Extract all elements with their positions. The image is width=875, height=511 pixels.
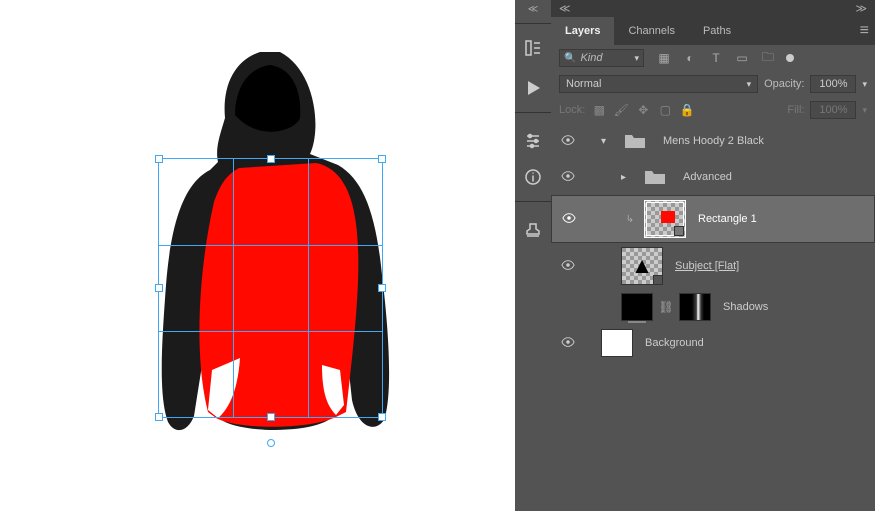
clip-indicator-icon: ↳ bbox=[622, 214, 638, 225]
mask-thumbnail[interactable] bbox=[679, 293, 711, 321]
filter-shape-icon[interactable]: ▭ bbox=[734, 50, 750, 66]
handle-mid-left[interactable] bbox=[155, 284, 163, 292]
layer-background[interactable]: Background bbox=[551, 325, 875, 361]
layer-rectangle-1[interactable]: ↳ Rectangle 1 bbox=[551, 195, 875, 243]
handle-rotate[interactable] bbox=[267, 439, 275, 447]
canvas[interactable] bbox=[0, 0, 515, 511]
handle-top-mid[interactable] bbox=[267, 155, 275, 163]
blend-mode-select[interactable]: Normal▾ bbox=[559, 75, 758, 93]
filter-adjust-icon[interactable]: ◐ bbox=[682, 50, 698, 66]
layer-name[interactable]: Background bbox=[639, 337, 869, 349]
handle-bot-mid[interactable] bbox=[267, 413, 275, 421]
filter-smart-icon[interactable]: 🗀 bbox=[760, 50, 776, 66]
chevron-down-icon[interactable]: ▾ bbox=[862, 79, 867, 90]
info-icon[interactable] bbox=[519, 163, 547, 191]
visibility-toggle[interactable] bbox=[557, 335, 579, 352]
layer-name[interactable]: Shadows bbox=[717, 301, 869, 313]
layer-thumbnail[interactable] bbox=[621, 293, 653, 321]
visibility-toggle[interactable] bbox=[558, 211, 580, 228]
filter-type-icon[interactable]: T bbox=[708, 50, 724, 66]
play-icon[interactable] bbox=[519, 74, 547, 102]
tab-paths[interactable]: Paths bbox=[689, 17, 745, 45]
layers-panel: ≪ ≫ Layers Channels Paths ≡ 🔍 Kind ▾ ▦ ◐… bbox=[551, 0, 875, 511]
folder-icon bbox=[619, 127, 651, 155]
layer-name[interactable]: Rectangle 1 bbox=[692, 213, 868, 225]
lock-transparent-icon[interactable]: ▩ bbox=[591, 102, 607, 118]
layer-name[interactable]: Subject [Flat] bbox=[669, 260, 869, 272]
filter-pixel-icon[interactable]: ▦ bbox=[656, 50, 672, 66]
handle-mid-right[interactable] bbox=[378, 284, 386, 292]
lock-position-icon[interactable]: ✥ bbox=[635, 102, 651, 118]
layer-group[interactable]: ▾ Mens Hoody 2 Black bbox=[551, 123, 875, 159]
opacity-input[interactable]: 100% bbox=[810, 75, 856, 93]
layer-thumbnail[interactable] bbox=[644, 200, 686, 238]
tab-layers[interactable]: Layers bbox=[551, 17, 614, 45]
layer-group-advanced[interactable]: ▸ Advanced bbox=[551, 159, 875, 195]
handle-top-right[interactable] bbox=[378, 155, 386, 163]
fill-input[interactable]: 100% bbox=[810, 101, 856, 119]
handle-top-left[interactable] bbox=[155, 155, 163, 163]
panel-menu-icon[interactable]: ≡ bbox=[860, 22, 869, 40]
visibility-toggle[interactable] bbox=[557, 258, 579, 275]
layer-name[interactable]: Mens Hoody 2 Black bbox=[657, 135, 869, 147]
search-icon: 🔍 bbox=[564, 53, 576, 64]
collapse-left-icon[interactable]: ≪ bbox=[524, 0, 542, 19]
handle-bot-left[interactable] bbox=[155, 413, 163, 421]
layer-subject[interactable]: ▲ Subject [Flat] bbox=[551, 243, 875, 289]
lock-image-icon[interactable]: 🖌 bbox=[613, 102, 629, 118]
adjustments-icon[interactable] bbox=[519, 123, 547, 151]
folder-icon bbox=[639, 163, 671, 191]
layer-shadows[interactable]: ⛓ Shadows bbox=[551, 289, 875, 325]
tool-rail: ≪ bbox=[515, 0, 551, 511]
layer-thumbnail[interactable] bbox=[601, 329, 633, 357]
chevron-down-icon: ▾ bbox=[634, 53, 639, 64]
collapse-left-icon[interactable]: ≪ bbox=[559, 2, 571, 15]
link-icon[interactable]: ⛓ bbox=[659, 300, 673, 314]
expand-right-icon[interactable]: ≫ bbox=[855, 2, 867, 15]
chevron-down-icon[interactable]: ▾ bbox=[601, 136, 613, 147]
stamp-icon[interactable] bbox=[519, 212, 547, 240]
timeline-icon[interactable] bbox=[519, 34, 547, 62]
chevron-right-icon[interactable]: ▸ bbox=[621, 172, 633, 183]
lock-artboard-icon[interactable]: ▢ bbox=[657, 102, 673, 118]
filter-toggle[interactable] bbox=[786, 54, 794, 62]
visibility-toggle[interactable] bbox=[557, 169, 579, 186]
layer-filter-kind[interactable]: 🔍 Kind ▾ bbox=[559, 49, 644, 67]
panel-tabs: Layers Channels Paths ≡ bbox=[551, 17, 875, 45]
layer-thumbnail[interactable]: ▲ bbox=[621, 247, 663, 285]
transform-bounding-box[interactable] bbox=[158, 158, 383, 418]
handle-bot-right[interactable] bbox=[378, 413, 386, 421]
layer-name[interactable]: Advanced bbox=[677, 171, 869, 183]
chevron-down-icon[interactable]: ▾ bbox=[862, 105, 867, 116]
tab-channels[interactable]: Channels bbox=[614, 17, 688, 45]
visibility-toggle[interactable] bbox=[557, 133, 579, 150]
lock-all-icon[interactable]: 🔒 bbox=[679, 102, 695, 118]
chevron-down-icon: ▾ bbox=[747, 79, 752, 90]
